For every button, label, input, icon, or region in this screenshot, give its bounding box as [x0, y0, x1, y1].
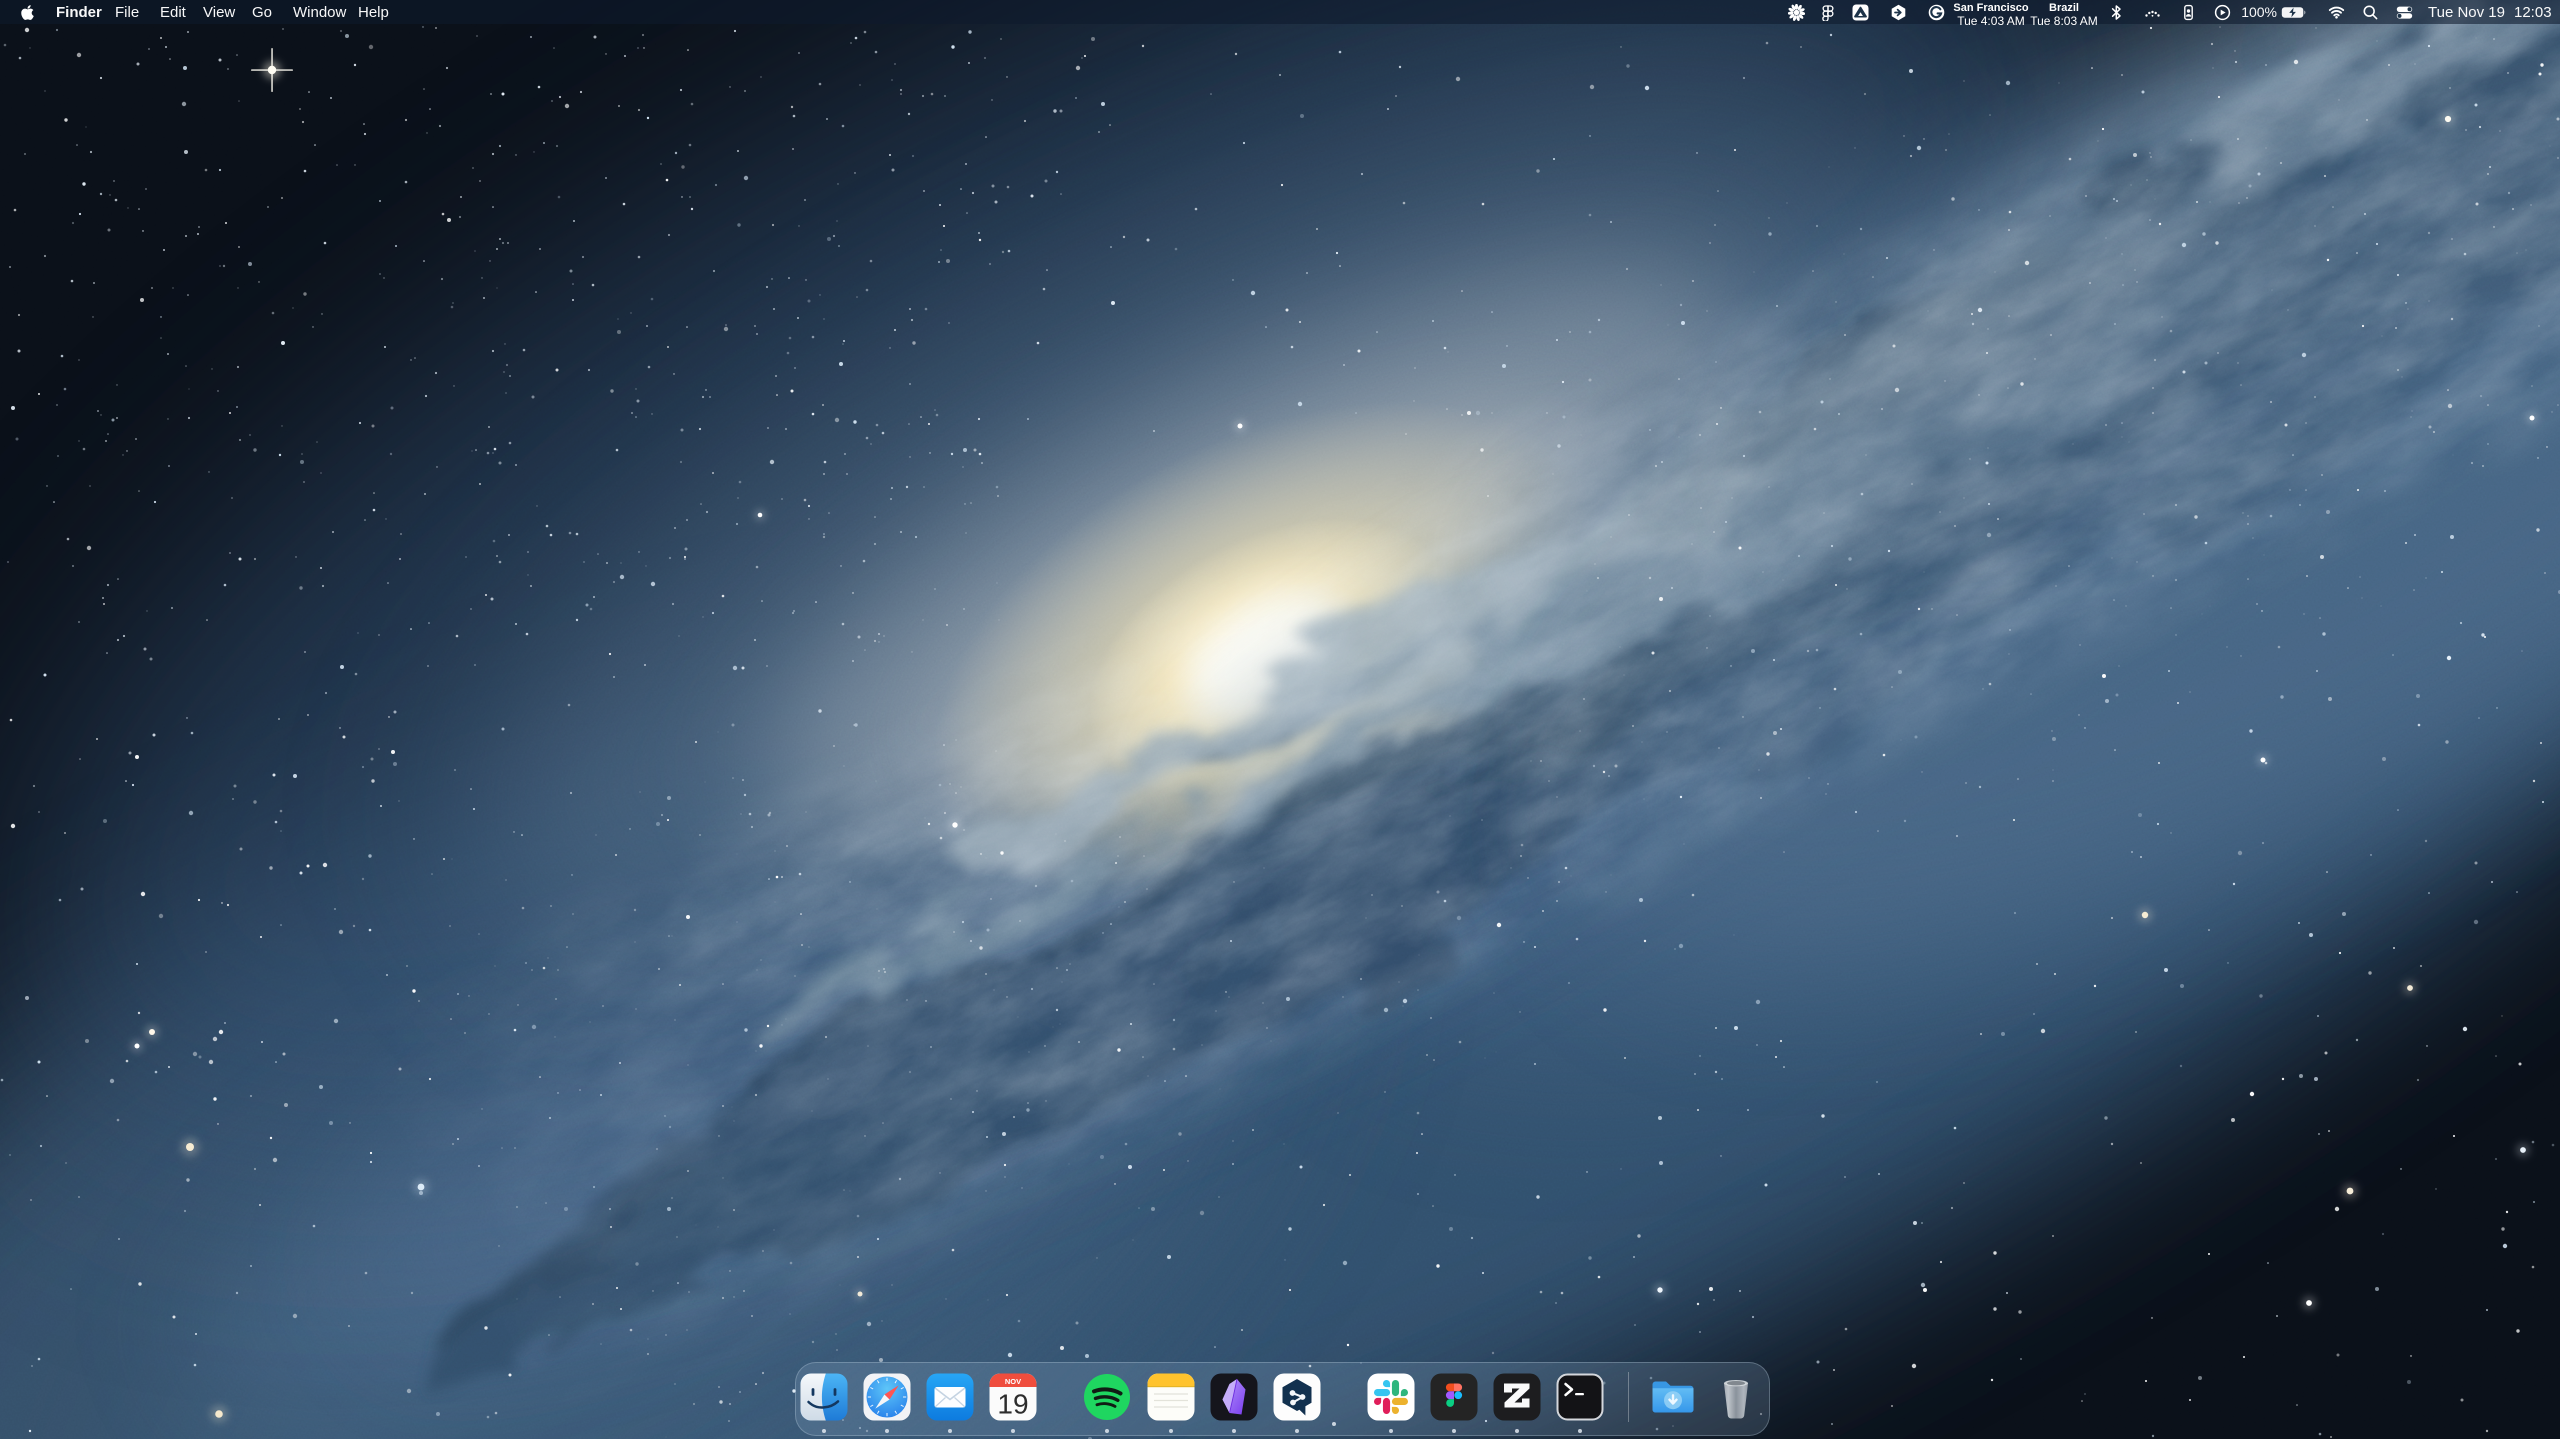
svg-text:NOV: NOV: [1005, 1377, 1021, 1386]
svg-text:19: 19: [997, 1389, 1028, 1420]
